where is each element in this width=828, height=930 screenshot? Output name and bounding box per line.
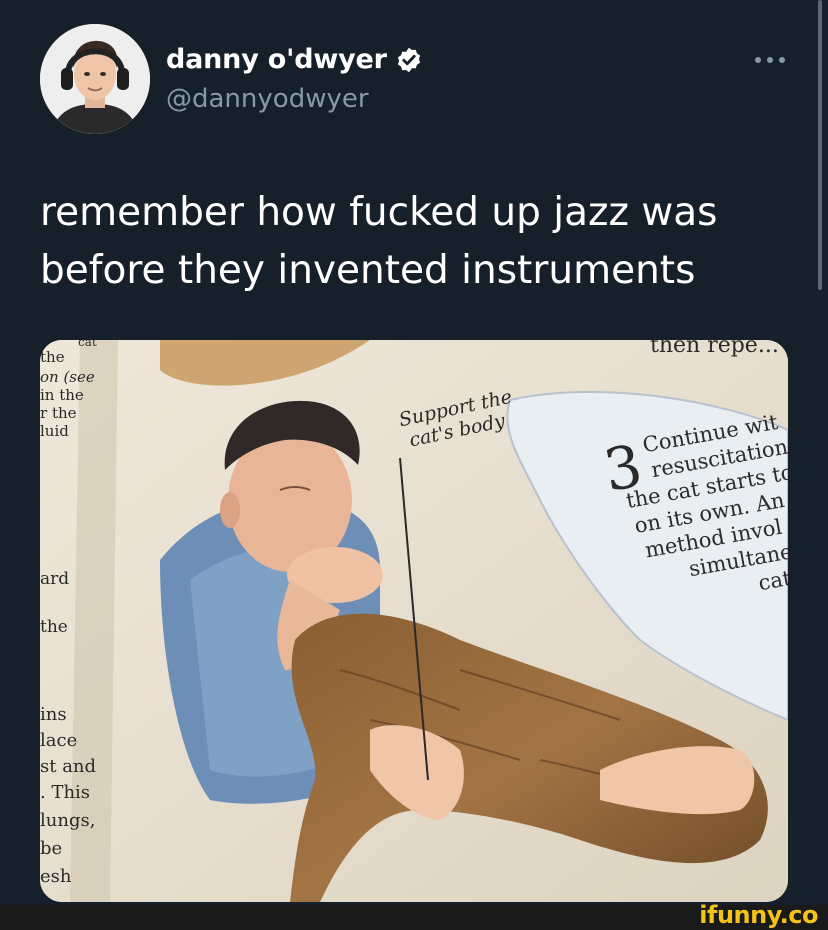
ifunny-watermark: ifunny.co (699, 901, 818, 929)
handle[interactable]: @dannyodwyer (166, 84, 369, 114)
left-column-line: on (see (40, 368, 95, 386)
left-column-line: the (40, 617, 68, 637)
display-name[interactable]: danny o'dwyer (166, 44, 387, 75)
tweet-card: danny o'dwyer @dannyodwyer remember how … (0, 0, 828, 905)
left-column-line: ins (40, 704, 67, 725)
avatar[interactable] (40, 24, 150, 134)
tweet-media-image[interactable]: then repe... Support the cat's body 3 Co… (40, 340, 788, 902)
tweet-text: remember how fucked up jazz was before t… (40, 184, 800, 300)
left-column-line: in the (40, 386, 84, 404)
tweet-text-line: remember how fucked up jazz was (40, 190, 718, 235)
left-column-line: st and (40, 756, 96, 777)
verified-badge-icon (397, 47, 420, 72)
more-horizontal-icon[interactable] (750, 46, 790, 74)
tweet-text-line: before they invented instruments (40, 248, 696, 293)
name-row: danny o'dwyer (166, 44, 423, 75)
left-column-line: be (40, 838, 62, 859)
left-column-line: lace (40, 730, 77, 751)
left-column-line: r the (40, 404, 77, 422)
left-column-line: the (40, 348, 65, 366)
left-column-line: cat (78, 340, 97, 349)
left-column-line: ard (40, 569, 69, 589)
scrollbar[interactable] (818, 0, 822, 290)
left-column-line: luid (40, 422, 69, 440)
left-column-line: . This (40, 782, 90, 803)
left-column-line: esh (40, 866, 72, 887)
book-text: then repe... (650, 340, 779, 358)
left-column-line: lungs, (40, 810, 95, 831)
